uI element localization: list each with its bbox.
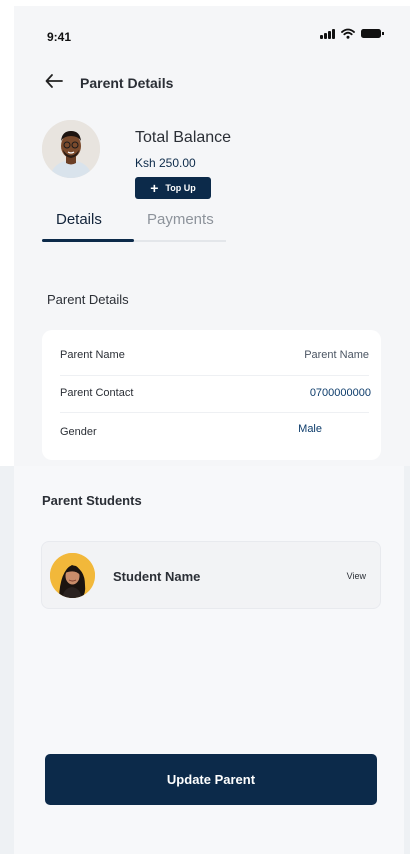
detail-value: Male [298,423,322,435]
detail-value: Parent Name [304,348,369,361]
plus-icon: + [150,180,159,196]
detail-value[interactable]: 0700000000 [310,387,371,399]
battery-icon [360,29,384,38]
detail-label: Parent Name [60,348,125,361]
top-up-button[interactable]: + Top Up [135,177,211,199]
status-icons [320,28,384,39]
parent-details-heading: Parent Details [47,292,129,307]
right-background-strip [404,466,410,854]
parent-avatar [42,120,100,178]
student-avatar [50,553,95,598]
update-parent-button[interactable]: Update Parent [45,754,377,805]
signal-icon [320,28,335,39]
tab-payments[interactable]: Payments [147,211,214,228]
balance-value: Ksh 250.00 [135,156,196,170]
page-title: Parent Details [80,75,174,91]
student-name: Student Name [113,569,201,584]
top-up-label: Top Up [165,183,196,193]
balance-label: Total Balance [135,129,232,146]
back-arrow-icon[interactable] [44,72,64,90]
detail-label: Parent Contact [60,386,134,399]
detail-row-parent-contact: Parent Contact 0700000000 [60,374,371,411]
detail-row-gender: Gender Male [60,413,369,450]
side-background [0,466,14,854]
status-time: 9:41 [47,30,72,44]
student-list-item[interactable]: Student Name View [41,541,381,609]
detail-row-parent-name: Parent Name Parent Name [60,336,369,373]
wifi-icon [340,28,355,39]
parent-details-card: Parent Name Parent Name Parent Contact 0… [42,330,381,460]
tab-details[interactable]: Details [56,211,102,228]
tab-active-indicator [42,239,134,242]
detail-label: Gender [60,425,97,438]
parent-students-heading: Parent Students [42,493,142,508]
view-student-link[interactable]: View [347,571,366,581]
